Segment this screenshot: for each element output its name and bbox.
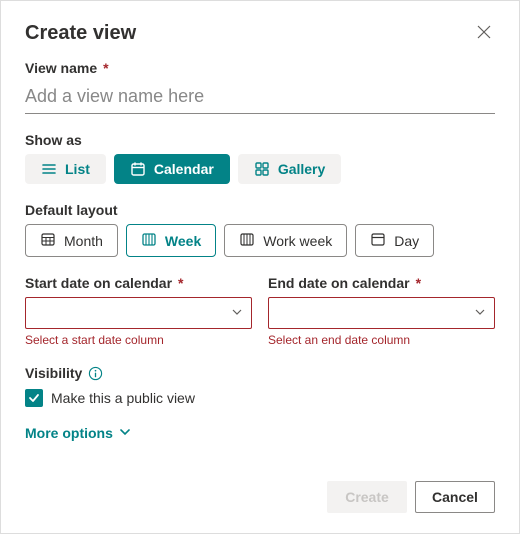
list-icon <box>41 161 57 177</box>
required-asterisk: * <box>178 275 183 291</box>
info-icon[interactable] <box>88 366 103 381</box>
more-options-label: More options <box>25 425 113 441</box>
view-name-section: View name * <box>25 60 495 114</box>
public-view-checkbox[interactable] <box>25 389 43 407</box>
public-view-row: Make this a public view <box>25 389 495 407</box>
show-as-gallery-label: Gallery <box>278 161 325 177</box>
end-date-label-text: End date on calendar <box>268 275 410 291</box>
visibility-label-text: Visibility <box>25 365 82 381</box>
default-layout-options: Month Week Work week Day <box>25 224 495 257</box>
show-as-calendar-label: Calendar <box>154 161 214 177</box>
layout-workweek[interactable]: Work week <box>224 224 347 257</box>
dialog-title: Create view <box>25 22 136 45</box>
cancel-button[interactable]: Cancel <box>415 481 495 513</box>
layout-day[interactable]: Day <box>355 224 434 257</box>
default-layout-label: Default layout <box>25 202 495 218</box>
layout-workweek-label: Work week <box>263 233 332 249</box>
close-button[interactable] <box>473 21 495 46</box>
show-as-gallery[interactable]: Gallery <box>238 154 341 184</box>
layout-week[interactable]: Week <box>126 224 216 257</box>
chevron-down-icon <box>119 425 131 441</box>
layout-day-label: Day <box>394 233 419 249</box>
start-date-dropdown[interactable] <box>25 297 252 329</box>
more-options-toggle[interactable]: More options <box>25 425 131 441</box>
required-asterisk: * <box>416 275 421 291</box>
required-asterisk: * <box>103 60 108 76</box>
check-icon <box>28 392 40 404</box>
week-icon <box>141 231 157 250</box>
dialog-header: Create view <box>25 21 495 46</box>
show-as-list-label: List <box>65 161 90 177</box>
calendar-icon <box>130 161 146 177</box>
layout-month-label: Month <box>64 233 103 249</box>
create-view-dialog: Create view View name * Show as List <box>0 0 520 534</box>
end-date-column: End date on calendar * Select an end dat… <box>268 275 495 347</box>
start-date-label: Start date on calendar * <box>25 275 252 291</box>
view-name-label-text: View name <box>25 60 97 76</box>
view-name-label: View name * <box>25 60 495 76</box>
start-date-error: Select a start date column <box>25 333 252 347</box>
view-name-input[interactable] <box>25 82 495 114</box>
start-date-label-text: Start date on calendar <box>25 275 172 291</box>
month-icon <box>40 231 56 250</box>
layout-week-label: Week <box>165 233 201 249</box>
create-button[interactable]: Create <box>327 481 407 513</box>
public-view-label: Make this a public view <box>51 390 195 406</box>
show-as-section: Show as List Calendar Gallery <box>25 132 495 184</box>
chevron-down-icon <box>231 305 243 321</box>
workweek-icon <box>239 231 255 250</box>
end-date-error: Select an end date column <box>268 333 495 347</box>
dialog-footer: Create Cancel <box>327 481 495 513</box>
show-as-label: Show as <box>25 132 495 148</box>
date-columns-row: Start date on calendar * Select a start … <box>25 275 495 347</box>
show-as-calendar[interactable]: Calendar <box>114 154 230 184</box>
default-layout-section: Default layout Month Week Work week <box>25 202 495 257</box>
end-date-label: End date on calendar * <box>268 275 495 291</box>
show-as-options: List Calendar Gallery <box>25 154 495 184</box>
day-icon <box>370 231 386 250</box>
visibility-section: Visibility Make this a public view <box>25 365 495 407</box>
end-date-dropdown[interactable] <box>268 297 495 329</box>
start-date-column: Start date on calendar * Select a start … <box>25 275 252 347</box>
layout-month[interactable]: Month <box>25 224 118 257</box>
close-icon <box>477 27 491 42</box>
chevron-down-icon <box>474 305 486 321</box>
gallery-icon <box>254 161 270 177</box>
show-as-list[interactable]: List <box>25 154 106 184</box>
visibility-label: Visibility <box>25 365 495 381</box>
